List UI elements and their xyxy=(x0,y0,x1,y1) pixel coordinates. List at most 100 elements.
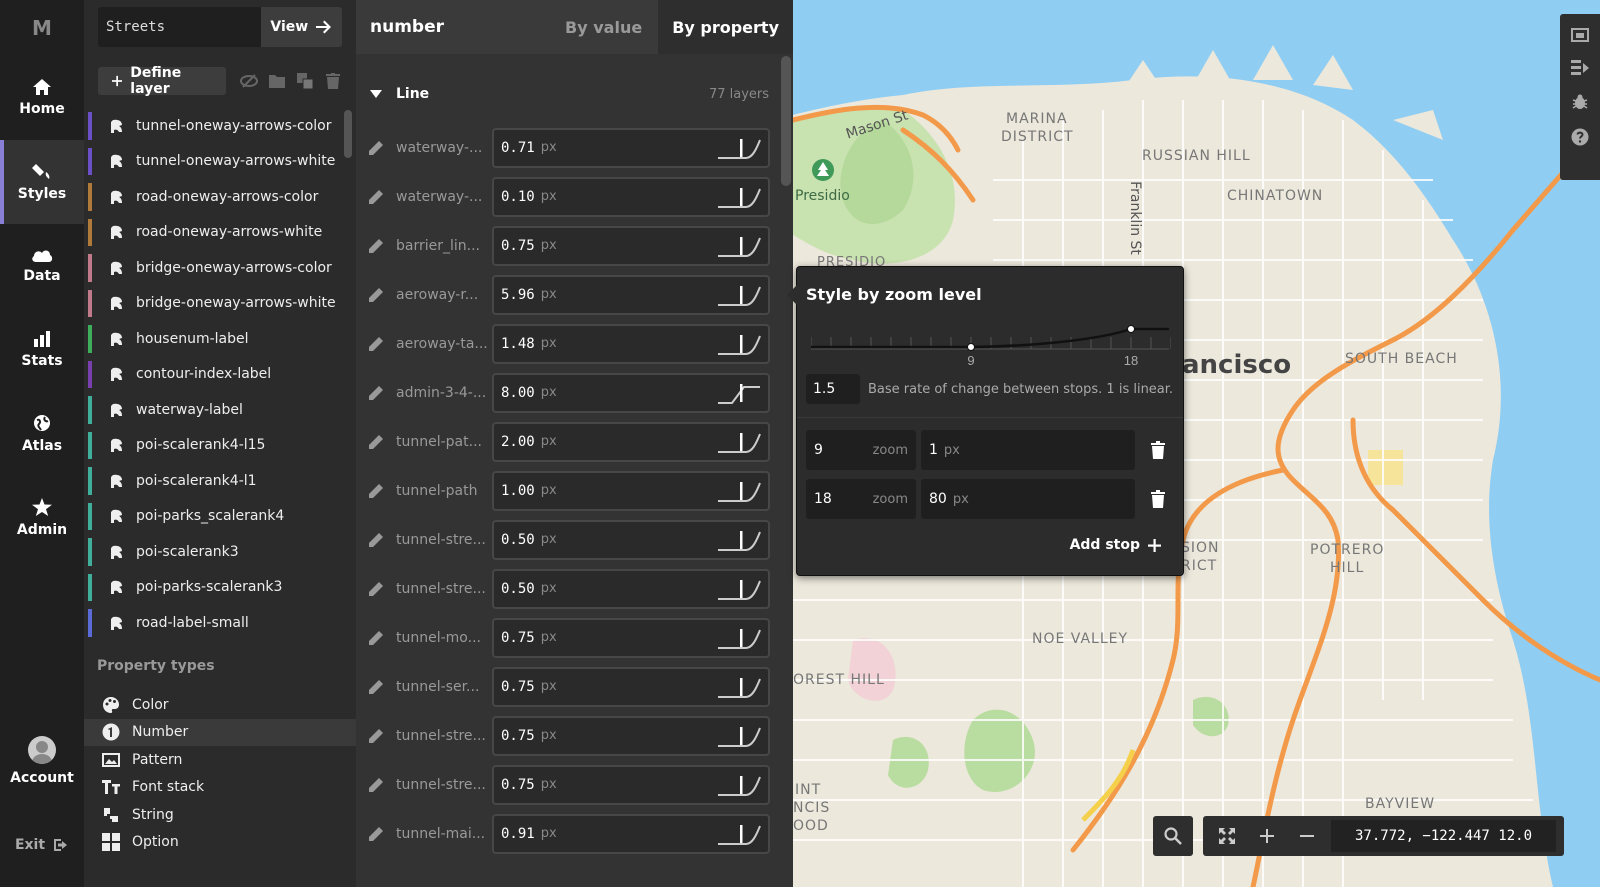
list-item[interactable]: poi-scalerank4-l1 xyxy=(84,463,356,499)
stop-zoom-input[interactable]: 9 zoom xyxy=(806,430,916,470)
edit-button[interactable] xyxy=(356,434,396,450)
list-item[interactable]: bridge-oneway-arrows-color xyxy=(84,250,356,286)
property-value-input[interactable]: 5.96 px xyxy=(492,274,770,315)
property-layer-name[interactable]: tunnel-stre... xyxy=(396,532,492,548)
property-layer-name[interactable]: tunnel-stre... xyxy=(396,581,492,597)
property-layer-name[interactable]: barrier_lin... xyxy=(396,238,492,254)
edit-button[interactable] xyxy=(356,238,396,254)
property-value-input[interactable]: 8.00 px xyxy=(492,372,770,413)
property-layer-name[interactable]: tunnel-mai... xyxy=(396,826,492,842)
add-stop-button[interactable]: Add stop xyxy=(1070,537,1161,553)
nav-admin[interactable]: Admin xyxy=(0,476,84,560)
property-value-input[interactable]: 0.10 px xyxy=(492,176,770,217)
property-layer-name[interactable]: waterway-... xyxy=(396,189,492,205)
list-item[interactable]: housenum-label xyxy=(84,321,356,357)
base-rate-input[interactable]: 1.5 xyxy=(806,374,860,404)
property-value-input[interactable]: 0.50 px xyxy=(492,519,770,560)
edit-button[interactable] xyxy=(356,728,396,744)
zoom-out-button[interactable] xyxy=(1287,829,1327,843)
tab-by-value[interactable]: By value xyxy=(549,0,658,54)
nav-exit[interactable]: Exit xyxy=(0,837,84,853)
list-item[interactable]: poi-scalerank3 xyxy=(84,534,356,570)
zoom-function-icon[interactable] xyxy=(716,626,762,650)
list-item[interactable]: road-label-small xyxy=(84,605,356,641)
property-value-input[interactable]: 0.71 px xyxy=(492,127,770,168)
property-value-input[interactable]: 0.75 px xyxy=(492,764,770,805)
edit-button[interactable] xyxy=(356,385,396,401)
list-item[interactable]: bridge-oneway-arrows-white xyxy=(84,286,356,322)
property-value-input[interactable]: 1.48 px xyxy=(492,323,770,364)
zoom-function-icon[interactable] xyxy=(716,185,762,209)
property-layer-name[interactable]: tunnel-mo... xyxy=(396,630,492,646)
zoom-function-icon[interactable] xyxy=(716,283,762,307)
edit-button[interactable] xyxy=(356,532,396,548)
screenshot-icon[interactable] xyxy=(1571,28,1589,42)
duplicate-icon[interactable] xyxy=(296,72,314,90)
hide-icon[interactable] xyxy=(240,72,258,90)
edit-button[interactable] xyxy=(356,336,396,352)
property-layer-name[interactable]: admin-3-4-... xyxy=(396,385,492,401)
folder-icon[interactable] xyxy=(268,72,286,90)
layers-list-icon[interactable] xyxy=(1571,60,1589,76)
zoom-function-icon[interactable] xyxy=(716,430,762,454)
property-type-string[interactable]: String xyxy=(84,801,356,829)
list-item[interactable]: road-oneway-arrows-white xyxy=(84,215,356,251)
coordinates-readout[interactable]: 37.772, −122.447 12.0 xyxy=(1331,820,1557,852)
zoom-function-icon[interactable] xyxy=(716,577,762,601)
stop-value-input[interactable]: 80 px xyxy=(921,479,1135,519)
style-name-field[interactable]: Streets xyxy=(98,7,261,47)
nav-stats[interactable]: Stats xyxy=(0,308,84,392)
property-layer-name[interactable]: aeroway-r... xyxy=(396,287,492,303)
edit-button[interactable] xyxy=(356,630,396,646)
edit-button[interactable] xyxy=(356,777,396,793)
property-type-pattern[interactable]: Pattern xyxy=(84,746,356,774)
stop-value-input[interactable]: 1 px xyxy=(921,430,1135,470)
map-search-button[interactable] xyxy=(1153,816,1193,856)
fullscreen-button[interactable] xyxy=(1207,828,1247,844)
zoom-function-icon[interactable] xyxy=(716,381,762,405)
list-item[interactable]: contour-index-label xyxy=(84,357,356,393)
property-value-input[interactable]: 0.91 px xyxy=(492,813,770,854)
list-item[interactable]: poi-parks-scalerank3 xyxy=(84,570,356,606)
zoom-in-button[interactable] xyxy=(1247,829,1287,843)
property-layer-name[interactable]: tunnel-stre... xyxy=(396,728,492,744)
nav-data[interactable]: Data xyxy=(0,224,84,308)
property-value-input[interactable]: 0.75 px xyxy=(492,715,770,756)
zoom-function-icon[interactable] xyxy=(716,724,762,748)
property-layer-name[interactable]: tunnel-stre... xyxy=(396,777,492,793)
list-item[interactable]: poi-parks_scalerank4 xyxy=(84,499,356,535)
define-layer-button[interactable]: Define layer xyxy=(98,65,226,97)
trash-icon[interactable] xyxy=(324,72,342,90)
view-button[interactable]: View xyxy=(260,7,342,47)
trash-icon[interactable] xyxy=(1151,490,1165,508)
nav-home[interactable]: Home xyxy=(0,56,84,140)
property-type-number[interactable]: Number xyxy=(84,718,356,746)
property-layer-name[interactable]: aeroway-ta... xyxy=(396,336,492,352)
list-item[interactable]: waterway-label xyxy=(84,392,356,428)
zoom-function-icon[interactable] xyxy=(716,822,762,846)
stop-zoom-input[interactable]: 18 zoom xyxy=(806,479,916,519)
edit-button[interactable] xyxy=(356,826,396,842)
zoom-function-icon[interactable] xyxy=(716,675,762,699)
list-item[interactable]: tunnel-oneway-arrows-white xyxy=(84,144,356,180)
property-type-option[interactable]: Option xyxy=(84,829,356,857)
property-value-input[interactable]: 0.50 px xyxy=(492,568,770,609)
property-layer-name[interactable]: tunnel-ser... xyxy=(396,679,492,695)
zoom-function-icon[interactable] xyxy=(716,773,762,797)
property-type-font-stack[interactable]: Font stack xyxy=(84,774,356,802)
nav-account[interactable]: Account xyxy=(0,719,84,803)
trash-icon[interactable] xyxy=(1151,441,1165,459)
list-item[interactable]: road-oneway-arrows-color xyxy=(84,179,356,215)
zoom-curve-graph[interactable]: 9 18 xyxy=(811,319,1171,369)
property-value-input[interactable]: 0.75 px xyxy=(492,225,770,266)
nav-styles[interactable]: Styles xyxy=(0,140,84,224)
edit-button[interactable] xyxy=(356,483,396,499)
zoom-function-icon[interactable] xyxy=(716,234,762,258)
property-value-input[interactable]: 1.00 px xyxy=(492,470,770,511)
edit-button[interactable] xyxy=(356,679,396,695)
property-type-color[interactable]: Color xyxy=(84,691,356,719)
tab-by-property[interactable]: By property xyxy=(658,0,793,54)
zoom-function-icon[interactable] xyxy=(716,332,762,356)
group-header-line[interactable]: Line 77 layers xyxy=(356,72,793,116)
help-icon[interactable] xyxy=(1571,128,1589,146)
